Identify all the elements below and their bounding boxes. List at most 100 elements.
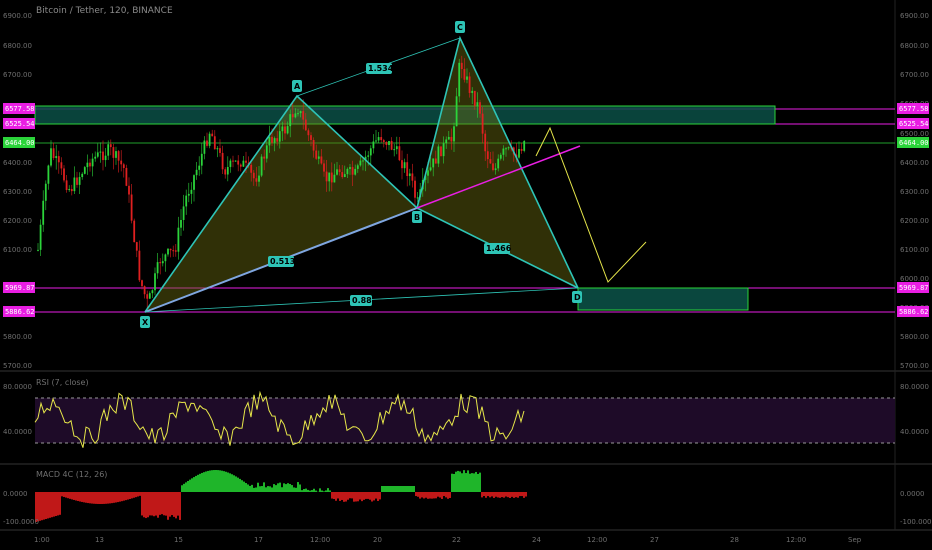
candle-body xyxy=(505,148,507,150)
macd-bar xyxy=(271,487,273,492)
macd-bar xyxy=(241,480,243,492)
macd-bar xyxy=(415,492,417,497)
macd-bar xyxy=(487,492,489,497)
candle-body xyxy=(128,185,130,195)
ratio-xb: 0.513 xyxy=(270,257,295,266)
time-axis[interactable]: 1:00 13 15 17 12:00 20 22 24 12:00 27 28… xyxy=(34,536,862,544)
chart-canvas[interactable]: 6900.00 6800.00 6700.00 6600.00 6500.00 … xyxy=(0,0,932,550)
macd-bar xyxy=(63,492,65,497)
candle-body xyxy=(195,169,198,176)
candle-body xyxy=(107,144,110,156)
candle-body xyxy=(39,224,42,250)
candle-body xyxy=(437,146,440,164)
chart-title: Bitcoin / Tether, 120, BINANCE xyxy=(36,6,173,16)
price-tag-right-text: 5969.87 xyxy=(899,284,929,292)
rsi-tick: 80.0000 xyxy=(900,383,929,391)
macd-bar xyxy=(475,471,477,492)
candle-body xyxy=(284,126,286,134)
macd-bar xyxy=(255,487,257,492)
macd-bar xyxy=(187,480,189,492)
candle-body xyxy=(458,62,461,97)
macd-bar xyxy=(77,492,79,502)
candle-body xyxy=(523,140,526,151)
candle-body xyxy=(86,162,89,168)
macd-bar xyxy=(145,492,147,519)
candle-body xyxy=(164,254,167,262)
target-zone[interactable] xyxy=(577,287,749,311)
macd-bar xyxy=(347,492,349,500)
candle-body xyxy=(190,189,193,194)
price-tick: 6900.00 xyxy=(900,12,929,20)
time-tick: 24 xyxy=(532,536,541,544)
macd-bar xyxy=(377,492,379,502)
price-tag-left-text: 5969.87 xyxy=(5,284,35,292)
macd-bar xyxy=(319,488,321,492)
rsi-band xyxy=(35,398,895,443)
macd-bar xyxy=(327,488,329,492)
macd-bar xyxy=(507,492,509,498)
candle-body xyxy=(193,175,195,190)
candle-body xyxy=(268,136,271,146)
macd-bar xyxy=(331,492,333,499)
time-tick: 1:00 xyxy=(34,536,50,544)
macd-tick: 0.0000 xyxy=(900,490,925,498)
candle-body xyxy=(221,152,224,170)
candle-body xyxy=(237,160,240,165)
candle-body xyxy=(434,158,437,164)
price-tag-left-text: 6577.58 xyxy=(5,105,35,113)
candle-body xyxy=(255,178,258,182)
macd-bar xyxy=(523,492,525,498)
macd-histogram[interactable] xyxy=(35,470,527,522)
candle-body xyxy=(276,138,279,142)
time-tick: 22 xyxy=(452,536,461,544)
macd-bar xyxy=(159,492,161,515)
macd-bar xyxy=(79,492,81,502)
candle-body xyxy=(112,147,115,158)
macd-bar xyxy=(411,486,413,492)
macd-bar xyxy=(301,490,303,492)
macd-bar xyxy=(133,492,135,498)
price-tags-left[interactable]: 6577.58 6525.54 6464.00 5969.87 5886.62 xyxy=(3,103,35,317)
candle-body xyxy=(328,172,331,182)
macd-bar xyxy=(469,473,471,492)
macd-tick: -100.0000 xyxy=(900,518,932,526)
macd-bar xyxy=(307,489,309,492)
candle-body xyxy=(242,160,245,167)
candle-body xyxy=(356,165,359,169)
macd-bar xyxy=(275,485,277,492)
candle-body xyxy=(442,143,445,157)
candle-body xyxy=(133,220,136,243)
resistance-zone[interactable] xyxy=(34,105,776,125)
candle-body xyxy=(315,150,318,159)
candle-body xyxy=(122,164,125,168)
candle-body xyxy=(271,136,273,143)
candle-body xyxy=(177,227,180,252)
macd-bar xyxy=(355,492,357,502)
macd-bar xyxy=(509,492,511,498)
macd-bar xyxy=(323,491,325,492)
candle-body xyxy=(304,119,307,131)
macd-bar xyxy=(237,477,239,492)
macd-bar xyxy=(149,492,151,516)
candle-body xyxy=(367,155,370,157)
candle-body xyxy=(343,174,346,178)
candle-body xyxy=(362,160,364,162)
macd-bar xyxy=(229,473,231,492)
candle-body xyxy=(96,152,99,157)
candle-body xyxy=(281,126,284,132)
macd-bar xyxy=(401,486,403,492)
candle-body xyxy=(427,170,429,176)
macd-bar xyxy=(473,473,475,492)
macd-bar xyxy=(233,475,235,492)
candle-body xyxy=(497,158,500,169)
macd-bar xyxy=(435,492,437,499)
time-tick: 13 xyxy=(95,536,104,544)
macd-bar xyxy=(43,492,45,520)
macd-bar xyxy=(195,475,197,492)
macd-bar xyxy=(219,470,221,492)
macd-bar xyxy=(185,482,187,492)
candle-body xyxy=(146,294,149,299)
macd-title: MACD 4C (12, 26) xyxy=(36,470,108,479)
macd-bar xyxy=(389,486,391,492)
candle-body xyxy=(198,165,201,170)
